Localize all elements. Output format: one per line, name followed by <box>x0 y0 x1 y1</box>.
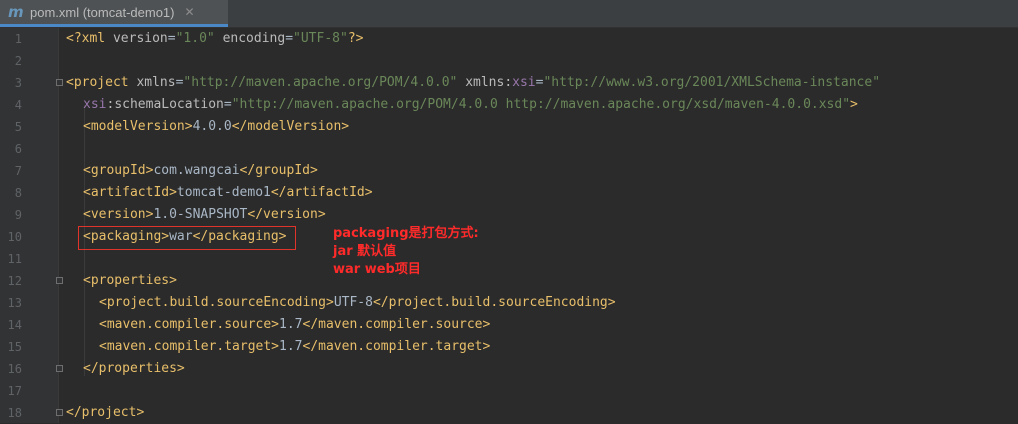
close-icon[interactable]: ✕ <box>184 5 194 19</box>
line-number: 11 <box>7 252 22 266</box>
code-text: <maven.compiler.source>1.7</maven.compil… <box>99 317 491 332</box>
fold-marker-icon[interactable] <box>56 365 63 372</box>
code-line: 12 <properties> <box>0 270 1018 292</box>
line-number: 7 <box>14 164 22 178</box>
annotation-line: jar 默认值 <box>333 244 397 259</box>
code-line: 16 </properties> <box>0 358 1018 380</box>
line-number: 5 <box>14 120 22 134</box>
line-number: 17 <box>7 384 22 398</box>
code-line: 14 <maven.compiler.source>1.7</maven.com… <box>0 314 1018 336</box>
code-line: 4 xsi:schemaLocation="http://maven.apach… <box>0 94 1018 116</box>
code-line: 15 <maven.compiler.target>1.7</maven.com… <box>0 336 1018 358</box>
tab-title: pom.xml (tomcat-demo1) <box>30 4 175 20</box>
code-line: 2 <box>0 50 1018 72</box>
line-number: 16 <box>7 362 22 376</box>
code-line: 11 <box>0 248 1018 270</box>
code-text: <artifactId>tomcat-demo1</artifactId> <box>83 185 373 200</box>
code-text: <project.build.sourceEncoding>UTF-8</pro… <box>99 295 616 310</box>
line-number: 10 <box>7 230 22 244</box>
code-text: <maven.compiler.target>1.7</maven.compil… <box>99 339 491 354</box>
line-number: 2 <box>14 54 22 68</box>
code-line: 7 <groupId>com.wangcai</groupId> <box>0 160 1018 182</box>
line-number: 1 <box>14 32 22 46</box>
code-line: 8 <artifactId>tomcat-demo1</artifactId> <box>0 182 1018 204</box>
line-number: 14 <box>7 318 22 332</box>
packaging-annotation: packaging是打包方式: jar 默认值 war web项目 <box>333 225 479 279</box>
code-text: xsi:schemaLocation="http://maven.apache.… <box>83 97 858 112</box>
code-line: 9 <version>1.0-SNAPSHOT</version> <box>0 204 1018 226</box>
tab-pom-xml[interactable]: m pom.xml (tomcat-demo1) ✕ <box>0 0 228 27</box>
code-line: 17 <box>0 380 1018 402</box>
line-number: 13 <box>7 296 22 310</box>
line-number: 3 <box>14 76 22 90</box>
line-number: 12 <box>7 274 22 288</box>
packaging-highlight-box <box>78 226 296 250</box>
annotation-line: packaging是打包方式: <box>333 226 479 241</box>
fold-marker-icon[interactable] <box>56 79 63 86</box>
annotation-line: war web项目 <box>333 262 421 277</box>
code-text: </project> <box>66 405 145 420</box>
line-number: 15 <box>7 340 22 354</box>
line-number: 4 <box>14 98 22 112</box>
code-text: <properties> <box>83 273 177 288</box>
fold-marker-icon[interactable] <box>56 409 63 416</box>
code-text: </properties> <box>83 361 185 376</box>
code-text: <?xml version="1.0" encoding="UTF-8"?> <box>66 31 364 46</box>
line-number: 9 <box>14 208 22 222</box>
code-text: <project xmlns="http://maven.apache.org/… <box>66 75 881 90</box>
code-text: <modelVersion>4.0.0</modelVersion> <box>83 119 350 134</box>
code-line: 3 <project xmlns="http://maven.apache.or… <box>0 72 1018 94</box>
fold-marker-icon[interactable] <box>56 277 63 284</box>
editor-tab-bar: m pom.xml (tomcat-demo1) ✕ <box>0 0 1018 28</box>
line-number: 18 <box>7 406 22 420</box>
code-line: 6 <box>0 138 1018 160</box>
code-line: 13 <project.build.sourceEncoding>UTF-8</… <box>0 292 1018 314</box>
code-line: 5 <modelVersion>4.0.0</modelVersion> <box>0 116 1018 138</box>
code-line: 1 <?xml version="1.0" encoding="UTF-8"?> <box>0 28 1018 50</box>
maven-icon: m <box>8 3 24 21</box>
line-number: 6 <box>14 142 22 156</box>
code-line: 18 </project> <box>0 402 1018 424</box>
line-number: 8 <box>14 186 22 200</box>
code-text: <version>1.0-SNAPSHOT</version> <box>83 207 326 222</box>
code-text: <groupId>com.wangcai</groupId> <box>83 163 318 178</box>
